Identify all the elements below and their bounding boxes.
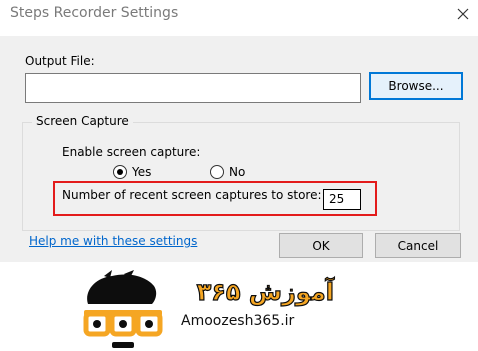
no-radio[interactable] [210, 165, 224, 179]
output-file-label: Output File: [25, 54, 95, 68]
close-button[interactable] [448, 0, 478, 28]
dialog-body: Output File: Browse... Screen Capture En… [0, 36, 478, 262]
logo-wordmark: آموزش ۳۶۵ [196, 276, 335, 306]
mascot-logo-icon [83, 270, 163, 348]
recent-captures-label: Number of recent screen captures to stor… [62, 188, 322, 202]
output-file-input[interactable] [25, 73, 361, 103]
enable-capture-label: Enable screen capture: [62, 145, 201, 159]
no-radio-label[interactable]: No [229, 165, 245, 179]
window-title: Steps Recorder Settings [10, 5, 179, 21]
cancel-button[interactable]: Cancel [375, 233, 461, 258]
close-icon [457, 8, 469, 20]
yes-radio[interactable] [113, 165, 127, 179]
screen-capture-group-label: Screen Capture [32, 114, 133, 128]
site-url: Amoozesh365.ir [181, 313, 295, 329]
settings-dialog: Steps Recorder Settings Output File: Bro… [0, 0, 478, 262]
help-settings-link[interactable]: Help me with these settings [29, 234, 197, 248]
logo-wordmark-text: آموزش ۳۶۵ [197, 277, 335, 306]
ok-button[interactable]: OK [279, 233, 363, 258]
browse-button[interactable]: Browse... [369, 72, 463, 100]
yes-radio-label[interactable]: Yes [132, 165, 151, 179]
recent-captures-input[interactable]: 25 [323, 189, 361, 210]
